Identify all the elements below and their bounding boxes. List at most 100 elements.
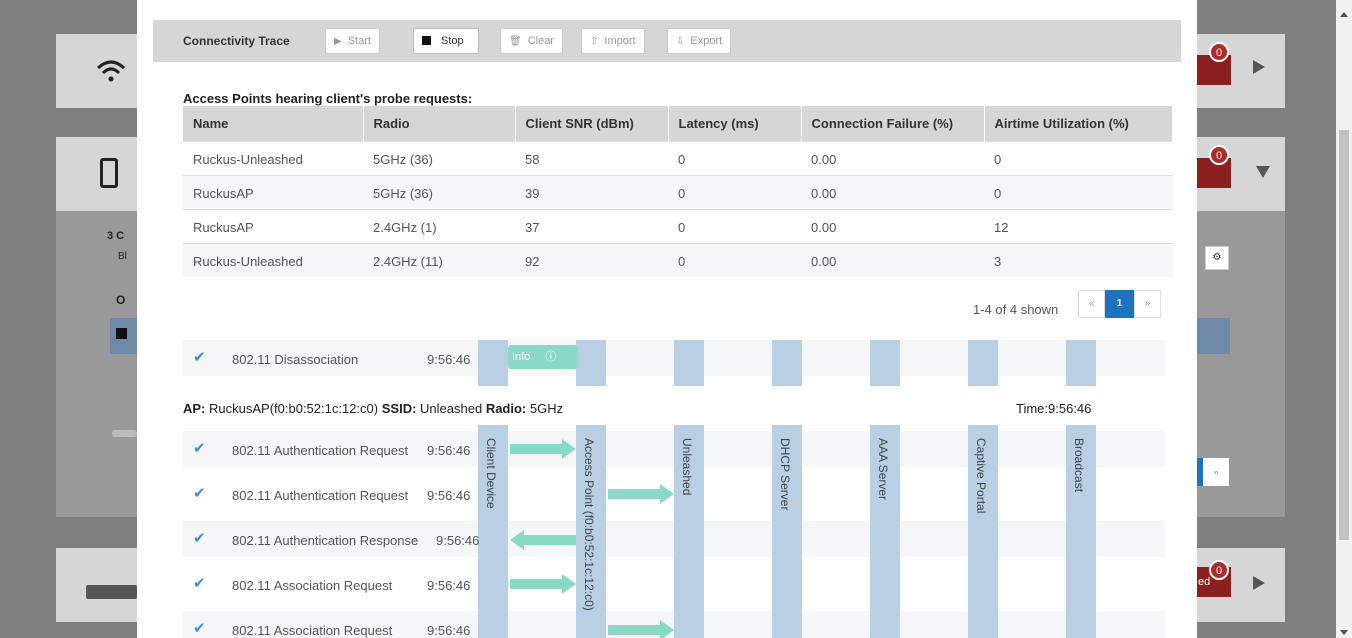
bg-blue-page: [1197, 458, 1203, 486]
event-label: 802.11 Authentication Response: [232, 533, 419, 548]
toolbar-title: Connectivity Trace: [183, 34, 290, 48]
info-icon: ⓘ: [545, 351, 557, 363]
bg-bl-text: Bl: [118, 251, 127, 262]
export-button[interactable]: ⇩ Export: [667, 28, 732, 54]
ap-label: AP:: [183, 401, 206, 416]
clear-button[interactable]: 🗑 Clear: [500, 28, 563, 54]
cell-radio: 5GHz (36): [363, 140, 515, 175]
table-row[interactable]: Ruckus-Unleashed 2.4GHz (11) 92 0 0.00 3: [183, 242, 1173, 277]
bg-right-row-highlight: [1197, 318, 1230, 354]
bg-ed-text: ed: [1198, 576, 1211, 588]
expand-arrow-icon-3[interactable]: [1253, 576, 1265, 590]
ap-section-title: Access Points hearing client's probe req…: [183, 91, 473, 106]
event-time: 9:56:46: [427, 352, 471, 367]
page-1-button[interactable]: 1: [1105, 290, 1134, 318]
check-icon: ✔: [193, 485, 206, 502]
event-label: 802.11 Disassociation: [232, 352, 359, 367]
cell-airtime: 0: [984, 174, 1173, 209]
import-button[interactable]: ⇧ Import: [581, 28, 645, 54]
trash-icon: 🗑: [509, 36, 522, 47]
arrow-right-icon: [510, 439, 576, 459]
col-airtime[interactable]: Airtime Utilization (%): [984, 106, 1173, 141]
table-row[interactable]: RuckusAP 2.4GHz (1) 37 0 0.00 12: [183, 208, 1173, 243]
radio-value: 5GHz: [529, 401, 564, 416]
lane-bar: [870, 340, 900, 386]
bg-badge-3: 0: [1209, 560, 1229, 580]
start-label: Start: [347, 35, 371, 47]
event-label: 802.11 Association Request: [232, 623, 393, 638]
info-label: Info: [512, 351, 531, 363]
bg-next-page[interactable]: »: [1203, 458, 1229, 486]
import-label: Import: [604, 35, 636, 47]
event-time: 9:56:46: [427, 578, 471, 593]
download-icon: ⇩: [676, 36, 685, 47]
ap-table: Name Radio Client SNR (dBm) Latency (ms)…: [183, 106, 1173, 277]
switch-icon: [86, 585, 137, 599]
next-page-button[interactable]: »: [1134, 290, 1161, 318]
cell-name: Ruckus-Unleashed: [183, 242, 363, 277]
wifi-icon: [96, 60, 126, 89]
settings-gear-icon[interactable]: ⚙: [1205, 246, 1229, 270]
scroll-down-icon[interactable]: [1340, 630, 1348, 635]
trace-toolbar: Connectivity Trace ▶ Start Stop 🗑 Clear ⇧ I…: [153, 20, 1181, 62]
mobile-icon: [100, 158, 118, 188]
lane-bar: [968, 340, 998, 386]
ap-value: RuckusAP(f0:b0:52:1c:12:c0): [209, 401, 379, 416]
event-label: 802.11 Authentication Request: [232, 488, 409, 503]
check-icon: ✔: [193, 530, 206, 547]
windows-icon: [116, 328, 127, 339]
info-button[interactable]: Info ⓘ: [508, 345, 578, 369]
col-radio[interactable]: Radio: [363, 106, 516, 141]
upload-icon: ⇧: [590, 36, 599, 47]
cell-airtime: 0: [984, 140, 1173, 175]
check-icon: ✔: [193, 440, 206, 457]
lane-label-client-device: Client Device: [484, 438, 498, 509]
lane-label-aaa-server: AAA Server: [876, 438, 890, 501]
start-button[interactable]: ▶ Start: [325, 28, 380, 54]
lane-label-dhcp-server: DHCP Server: [778, 438, 792, 511]
prev-page-button[interactable]: «: [1078, 290, 1105, 318]
col-failure[interactable]: Connection Failure (%): [801, 106, 985, 141]
scroll-up-icon[interactable]: [1340, 12, 1348, 17]
export-label: Export: [690, 35, 723, 47]
scrollbar-thumb[interactable]: [1339, 130, 1349, 540]
cell-radio: 2.4GHz (1): [363, 208, 515, 243]
cell-name: RuckusAP: [183, 174, 363, 209]
table-row[interactable]: Ruckus-Unleashed 5GHz (36) 58 0 0.00 0: [183, 140, 1173, 175]
expand-arrow-icon-1[interactable]: [1253, 60, 1265, 74]
col-latency[interactable]: Latency (ms): [668, 106, 802, 141]
lane-bar: [772, 340, 802, 386]
cell-name: RuckusAP: [183, 208, 363, 243]
trace-time: Time:9:56:46: [1016, 401, 1092, 416]
cell-failure: 0.00: [801, 140, 984, 175]
event-time: 9:56:46: [427, 488, 471, 503]
cell-radio: 2.4GHz (11): [363, 242, 515, 277]
event-time: 9:56:46: [436, 533, 480, 548]
cell-failure: 0.00: [801, 208, 984, 243]
col-snr[interactable]: Client SNR (dBm): [515, 106, 669, 141]
pagination-summary: 1-4 of 4 shown: [973, 302, 1059, 317]
bg-scroll-handle: [112, 430, 137, 437]
collapse-arrow-icon[interactable]: [1256, 166, 1270, 178]
cell-latency: 0: [668, 208, 801, 243]
stop-button[interactable]: Stop: [413, 28, 479, 54]
table-row[interactable]: RuckusAP 5GHz (36) 39 0 0.00 0: [183, 174, 1173, 209]
cell-latency: 0: [668, 174, 801, 209]
col-name[interactable]: Name: [183, 106, 364, 141]
arrow-right-icon: [510, 574, 576, 594]
bg-clients-panel: [56, 211, 146, 517]
cell-radio: 5GHz (36): [363, 174, 515, 209]
cell-snr: 58: [515, 140, 668, 175]
cell-snr: 92: [515, 242, 668, 277]
arrow-right-icon: [608, 620, 674, 638]
stop-icon: [422, 36, 431, 45]
play-icon: ▶: [334, 36, 342, 47]
ap-table-header: Name Radio Client SNR (dBm) Latency (ms)…: [183, 106, 1173, 141]
ap-info-line: AP: RuckusAP(f0:b0:52:1c:12:c0) SSID: Un…: [183, 401, 563, 416]
check-icon: ✔: [193, 620, 206, 637]
lane-label-broadcast: Broadcast: [1072, 438, 1086, 493]
cell-snr: 37: [515, 208, 668, 243]
bg-o-text: O: [116, 293, 126, 307]
arrow-right-icon: [608, 484, 674, 504]
stop-label: Stop: [441, 35, 464, 47]
